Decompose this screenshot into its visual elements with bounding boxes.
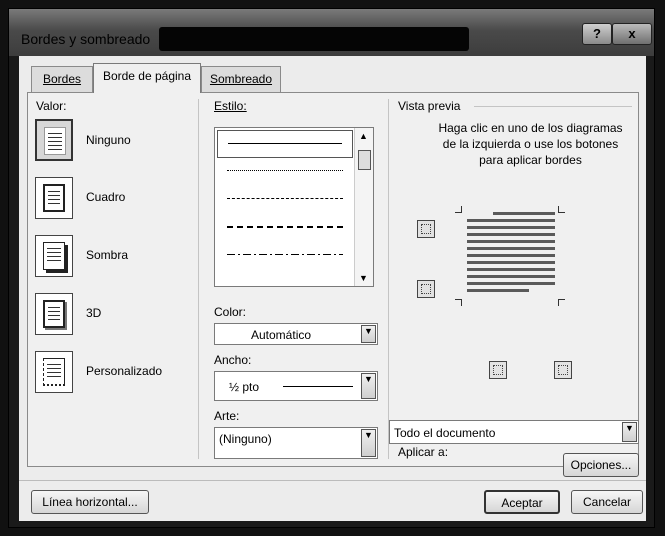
tab-borde-de-pagina-label: Borde de página: [102, 69, 192, 83]
page-shadow-icon: [43, 242, 65, 270]
setting-sombra-label[interactable]: Sombra: [86, 248, 128, 262]
style-solid[interactable]: [217, 130, 353, 158]
style-dotted[interactable]: [217, 158, 353, 184]
help-button[interactable]: ?: [582, 23, 612, 45]
style-heading: Estilo:: [214, 99, 247, 113]
chevron-down-icon[interactable]: ▼: [622, 422, 637, 442]
color-value: Automático: [251, 328, 312, 342]
close-button[interactable]: x: [612, 23, 652, 45]
setting-personalizado-label[interactable]: Personalizado: [86, 364, 162, 378]
cancel-button[interactable]: Cancelar: [571, 490, 643, 514]
dialog-window: Bordes y sombreado ? x Bordes Borde de p…: [8, 8, 655, 528]
setting-sombra-icon[interactable]: [35, 235, 73, 277]
style-dash-large[interactable]: [217, 214, 353, 240]
style-dotted-line: [227, 170, 343, 171]
setting-ninguno-icon[interactable]: [35, 119, 73, 161]
setting-cuadro-icon[interactable]: [35, 177, 73, 219]
width-value: ½ pto: [229, 380, 260, 394]
tab-borde-de-pagina[interactable]: Borde de página: [93, 63, 201, 93]
style-scrollbar[interactable]: ▲ ▼: [354, 128, 373, 286]
chevron-down-icon[interactable]: ▼: [361, 373, 376, 399]
setting-ninguno-label[interactable]: Ninguno: [86, 133, 131, 147]
divider: [198, 99, 199, 459]
apply-to-dropdown[interactable]: Todo el documento ▼: [389, 420, 639, 444]
color-label: Color:: [214, 305, 247, 319]
style-dashed-line: [227, 198, 343, 199]
tab-sombreado-label: Sombreado: [209, 72, 273, 86]
page-3d-icon: [43, 300, 65, 328]
color-dropdown[interactable]: Automático ▼: [214, 323, 378, 345]
top-border-button[interactable]: [417, 220, 435, 238]
setting-3d-label[interactable]: 3D: [86, 306, 101, 320]
footer-divider: [19, 480, 646, 481]
setting-cuadro-label[interactable]: Cuadro: [86, 190, 125, 204]
page-custom-icon: [43, 358, 65, 386]
style-dash-large-line: [227, 226, 343, 228]
bottom-border-button[interactable]: [417, 280, 435, 298]
tab-bordes-label: Bordes: [42, 72, 82, 86]
style-dash-dot-line: [227, 254, 343, 255]
chevron-down-icon[interactable]: ▼: [361, 325, 376, 343]
style-solid-line: [228, 143, 342, 144]
setting-3d-icon[interactable]: [35, 293, 73, 335]
apply-to-label: Aplicar a:: [398, 445, 449, 459]
dialog-client: Bordes Borde de página Sombreado Valor: …: [19, 56, 646, 521]
scroll-up-icon[interactable]: ▲: [355, 128, 372, 144]
left-border-button[interactable]: [489, 361, 507, 379]
right-border-button[interactable]: [554, 361, 572, 379]
options-button[interactable]: Opciones...: [563, 453, 639, 477]
page-box-icon: [43, 184, 65, 212]
style-dash-dot[interactable]: [217, 242, 353, 268]
redacted-area: [159, 27, 469, 51]
tab-sombreado[interactable]: Sombreado: [201, 66, 281, 92]
preview-page[interactable]: [455, 206, 565, 306]
scroll-down-icon[interactable]: ▼: [355, 270, 372, 286]
art-value: (Ninguno): [219, 432, 272, 446]
preview-heading: Vista previa: [398, 99, 461, 113]
width-sample-line: [283, 386, 353, 387]
width-label: Ancho:: [214, 353, 252, 367]
preview-rule: [474, 106, 632, 107]
divider: [388, 99, 389, 459]
ok-button[interactable]: Aceptar: [484, 490, 560, 514]
art-dropdown[interactable]: (Ninguno) ▼: [214, 427, 378, 459]
chevron-down-icon[interactable]: ▼: [361, 429, 376, 457]
preview-instructions: Haga clic en uno de los diagramas de la …: [438, 121, 623, 167]
horizontal-line-button[interactable]: Línea horizontal...: [31, 490, 149, 514]
settings-heading: Valor:: [36, 99, 67, 113]
page-icon: [44, 127, 66, 155]
setting-personalizado-icon[interactable]: [35, 351, 73, 393]
apply-to-value: Todo el documento: [394, 426, 496, 440]
window-title: Bordes y sombreado: [21, 31, 151, 47]
art-label: Arte:: [214, 409, 240, 423]
style-listbox[interactable]: ▲ ▼: [214, 127, 374, 287]
style-dashed[interactable]: [217, 186, 353, 212]
scroll-thumb[interactable]: [358, 150, 371, 170]
tab-bordes[interactable]: Bordes: [31, 66, 93, 92]
title-bar: Bordes y sombreado ? x: [9, 9, 654, 56]
width-dropdown[interactable]: ½ pto ▼: [214, 371, 378, 401]
